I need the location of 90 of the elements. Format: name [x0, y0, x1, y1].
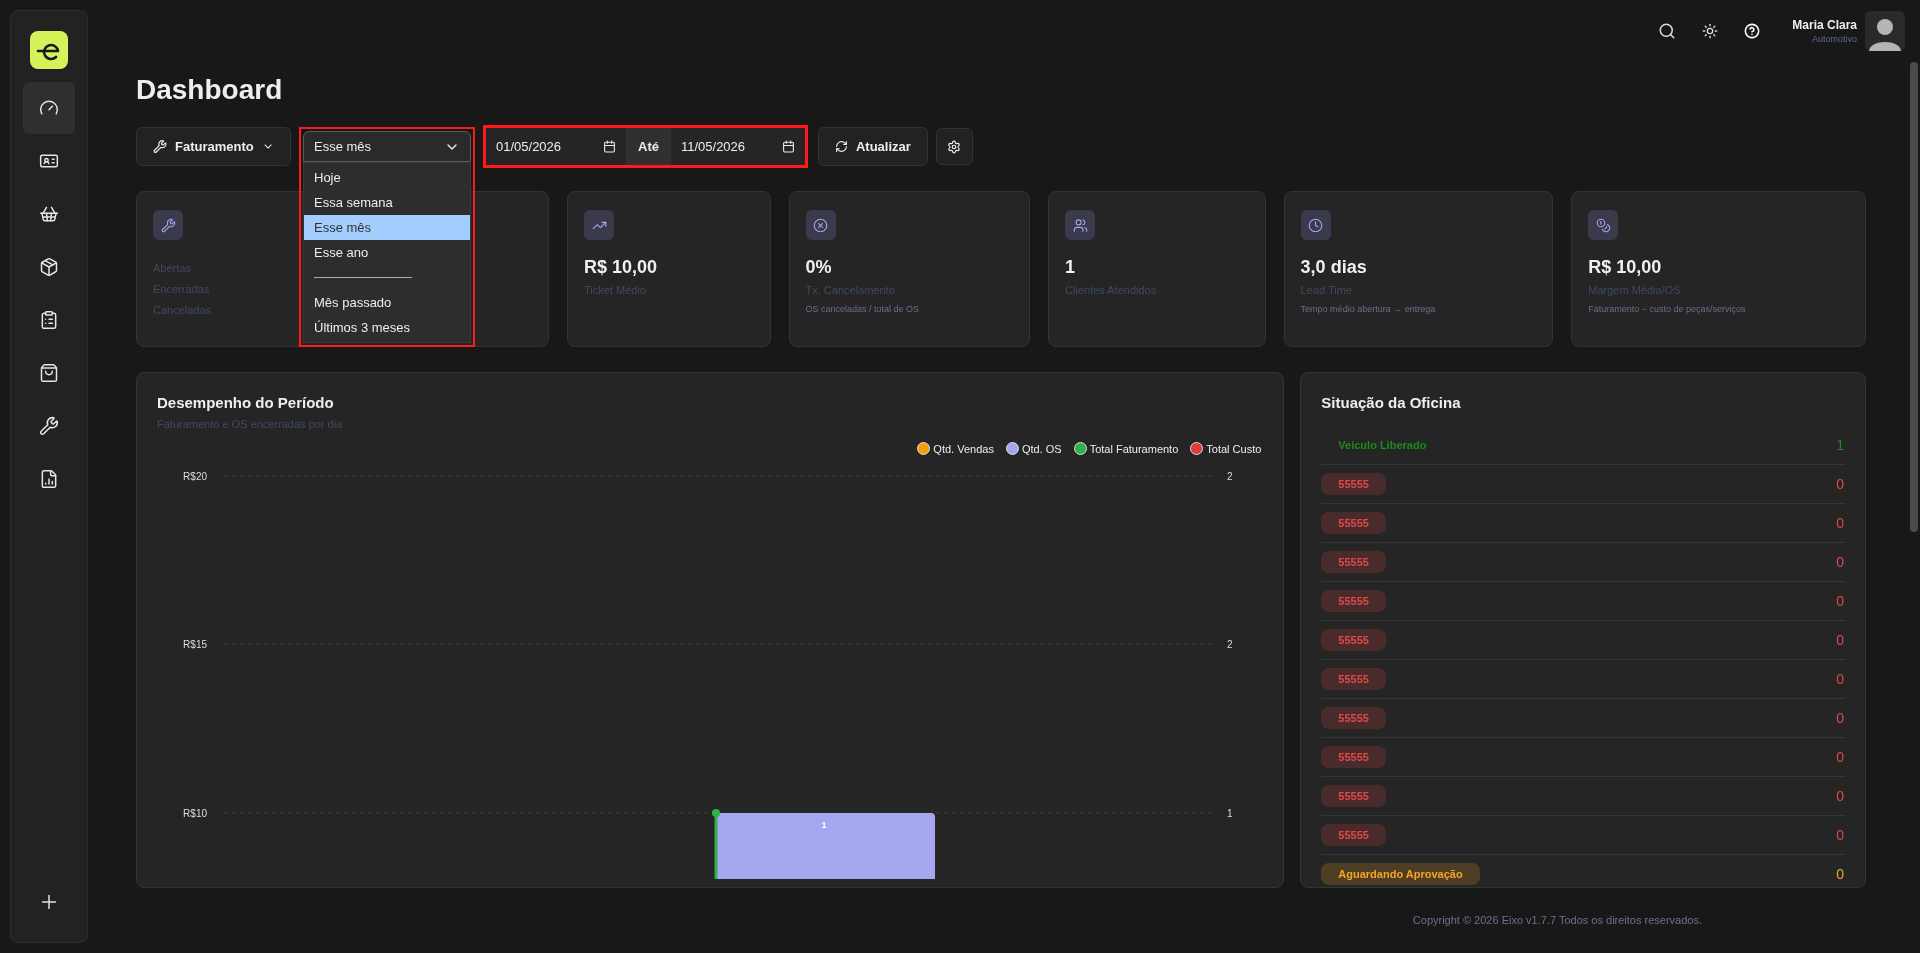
wrench-icon [160, 217, 176, 233]
status-badge: 55555 [1321, 668, 1386, 690]
status-label: Abertas [153, 261, 191, 276]
legend-label: Qtd. Vendas [933, 441, 994, 457]
legend-label: Total Custo [1206, 441, 1262, 457]
status-badge: 55555 [1321, 473, 1386, 495]
status-count: 0 [1836, 825, 1845, 845]
status-count: 0 [1836, 669, 1845, 689]
status-badge: 55555 [1321, 629, 1386, 651]
panel-title: Desempenho do Período [157, 393, 335, 413]
calendar-icon [603, 140, 616, 153]
date-field[interactable]: 01/05/2026 [486, 128, 626, 165]
status-badge: 55555 [1321, 785, 1386, 807]
axis-tick-label: 2 [1227, 471, 1233, 482]
package-icon [39, 257, 59, 277]
user-name: Maria Clara [1792, 17, 1857, 33]
status-count: 0 [1836, 786, 1845, 806]
dropdown-option[interactable]: Esse ano [304, 240, 470, 265]
stat-note: Tempo médio abertura → entrega [1300, 302, 1437, 316]
dropdown-option[interactable]: Essa semana [304, 190, 470, 215]
avatar-icon[interactable] [1865, 11, 1905, 51]
dropdown-option[interactable]: Últimos 3 meses [304, 315, 470, 340]
status-count: 0 [1836, 513, 1845, 533]
legend-label: Total Faturamento [1089, 441, 1179, 457]
status-badge: 55555 [1321, 590, 1386, 612]
status-badge: 55555 [1321, 746, 1386, 768]
axis-tick-label: 2 [1227, 639, 1233, 650]
panel-title: Situação da Oficina [1321, 393, 1462, 413]
gauge-icon [39, 98, 59, 118]
date-field[interactable]: 11/05/2026 [670, 128, 805, 165]
stat-value: 0% [805, 256, 833, 279]
settings-button[interactable] [935, 128, 973, 165]
stat-note: Faturamento − custo de peças/serviços [1588, 302, 1747, 316]
clipboard-icon [39, 310, 59, 330]
status-count: 0 [1836, 708, 1845, 728]
line-series [712, 809, 720, 879]
scrollbar-thumb[interactable] [1910, 62, 1918, 532]
status-badge: 55555 [1321, 707, 1386, 729]
basket-icon [39, 204, 59, 224]
bar-value-label: 1 [821, 820, 827, 830]
refresh-icon [834, 140, 848, 153]
stat-value: 1 [1065, 256, 1077, 279]
settings-icon [947, 139, 962, 154]
users-icon [1072, 217, 1088, 233]
stat-label: Ticket Médio [584, 283, 647, 298]
stat-value: 3,0 dias [1300, 256, 1368, 279]
status-label: Veiculo Liberado [1337, 437, 1428, 453]
status-count: 0 [1836, 864, 1845, 884]
page-title: Dashboard [136, 73, 284, 107]
stat-note: OS canceladas / total de OS [805, 302, 921, 316]
report-select[interactable]: Faturamento [136, 127, 291, 166]
circle-x-icon [813, 217, 828, 233]
report-icon [39, 469, 59, 489]
status-badge: 55555 [1321, 512, 1386, 534]
status-count: 0 [1836, 630, 1845, 650]
bag-icon [39, 363, 59, 383]
logo-icon [30, 31, 68, 69]
calendar-icon [781, 140, 795, 153]
legend-label: Qtd. OS [1021, 441, 1062, 457]
range-label: Até [626, 128, 671, 165]
stat-value: R$ 10,00 [584, 256, 659, 279]
axis-tick-label: R$20 [183, 471, 207, 482]
sun-icon [1702, 23, 1719, 39]
dropdown-option[interactable]: Mês passado [304, 290, 470, 315]
status-count: 0 [1836, 747, 1845, 767]
status-badge: 55555 [1321, 551, 1386, 573]
status-count: 0 [1836, 552, 1845, 572]
user-role: Automotivo [1811, 33, 1857, 45]
axis-tick-label: R$10 [183, 808, 207, 819]
id-card-icon [39, 151, 59, 171]
status-count: 0 [1836, 591, 1845, 611]
dropdown-option[interactable]: Esse mês [304, 215, 470, 240]
status-label: Encerradas [153, 282, 210, 297]
copyright-text: Copyright © 2026 Eixo v1.7.7 Todos os direitos reservados. [1412, 913, 1702, 929]
period-select[interactable]: Esse mês [303, 131, 471, 162]
status-badge: Aguardando Aprovação [1321, 863, 1480, 885]
refresh-button[interactable]: Atualizar [817, 127, 928, 166]
wrench-icon [153, 139, 168, 154]
coins-icon [1595, 217, 1611, 233]
axis-tick-label: R$15 [183, 639, 207, 650]
help-icon [1744, 23, 1761, 39]
axis-tick-label: 1 [1227, 808, 1233, 819]
clock-icon [1308, 217, 1324, 233]
status-count: 0 [1836, 474, 1845, 494]
stat-value: R$ 10,00 [1588, 256, 1663, 279]
search-icon [1658, 22, 1677, 40]
dropdown-option[interactable]: Hoje [304, 165, 470, 190]
status-count: 1 [1836, 435, 1845, 455]
wrench-icon [39, 416, 59, 436]
status-badge: 55555 [1321, 824, 1386, 846]
